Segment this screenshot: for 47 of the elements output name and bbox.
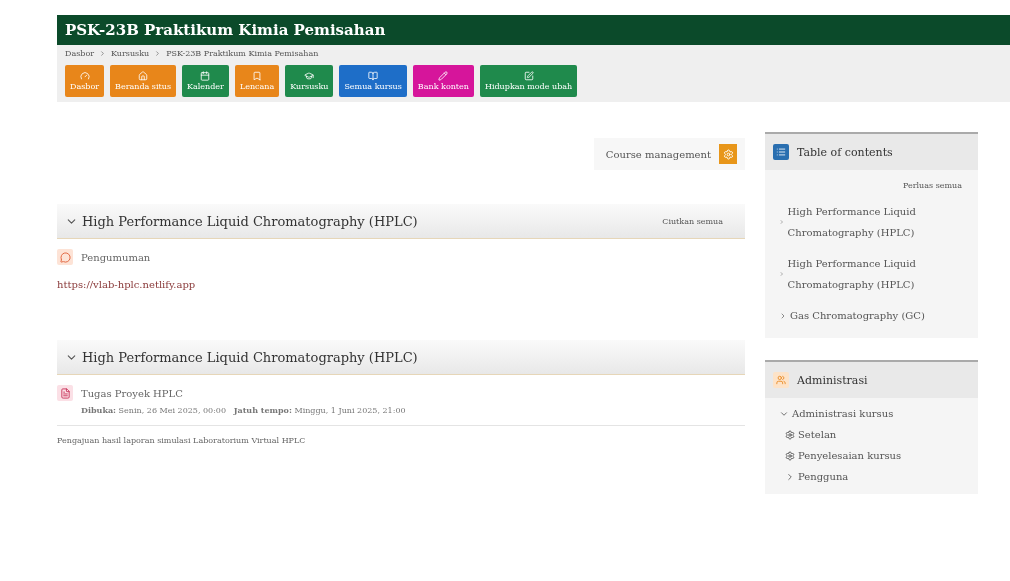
activity-link[interactable]: Pengumuman <box>81 251 151 263</box>
toc-link[interactable]: Gas Chromatography (GC) <box>790 305 925 326</box>
toolbar-button[interactable]: Kalender <box>182 65 229 97</box>
breadcrumb-link[interactable]: Kursusku <box>111 49 150 58</box>
toc-link[interactable]: High Performance Liquid Chromatography (HPLC) <box>787 201 968 243</box>
course-title: PSK-23B Praktikum Kimia Pemisahan <box>57 15 1010 45</box>
block-title: Administrasi <box>797 373 868 387</box>
home-icon <box>138 71 149 81</box>
chevron-icon[interactable] <box>785 471 795 482</box>
toolbar-button[interactable]: Hidupkan mode ubah <box>479 65 578 97</box>
activity-description: Pengajuan hasil laporan simulasi Laboratorium Virtual HPLC <box>57 425 745 445</box>
gear-icon <box>785 450 795 461</box>
activity-dates: Dibuka: Senin, 26 Mei 2025, 00:00 Jatuh tempo: Minggu, 1 Juni 2025, 21:00 <box>81 405 407 415</box>
collapse-all-link[interactable]: Ciutkan semua <box>656 215 729 227</box>
url-link[interactable]: https://vlab-hplc.netlify.app <box>57 275 745 340</box>
block-title: Table of contents <box>797 145 893 159</box>
graduation-cap-icon <box>304 71 315 81</box>
activity-link[interactable]: Tugas Proyek HPLC <box>81 387 183 399</box>
toolbar-button[interactable]: Semua kursus <box>339 65 407 97</box>
admin-link[interactable]: Pengguna <box>798 471 849 482</box>
list-icon <box>773 144 789 160</box>
calendar-icon <box>200 71 211 81</box>
gauge-icon <box>79 71 90 81</box>
chevron-icon[interactable] <box>779 311 787 320</box>
forum-icon <box>57 249 73 265</box>
toolbar-button[interactable]: Bank konten <box>412 65 474 97</box>
section-title: High Performance Liquid Chromatography (HPLC) <box>82 213 419 229</box>
section-title: High Performance Liquid Chromatography (HPLC) <box>82 349 419 365</box>
course-management-button[interactable]: Course management <box>593 138 745 170</box>
admin-link[interactable]: Penyelesaian kursus <box>798 450 902 461</box>
gear-icon <box>785 429 795 440</box>
bookmark-icon <box>252 71 263 81</box>
pencil-icon <box>438 71 449 81</box>
edit-icon <box>523 71 534 81</box>
gear-icon <box>719 144 737 164</box>
admin-link[interactable]: Administrasi kursus <box>792 408 894 419</box>
users-icon <box>773 372 789 388</box>
breadcrumb-link[interactable]: Dasbor <box>65 49 95 58</box>
separator-icon <box>154 50 162 57</box>
toolbar-button[interactable]: Kursusku <box>285 65 334 97</box>
separator-icon <box>99 50 107 57</box>
admin-link[interactable]: Setelan <box>798 429 837 440</box>
toc-link[interactable]: High Performance Liquid Chromatography (HPLC) <box>787 253 968 295</box>
assignment-icon <box>57 385 73 401</box>
expand-all-link[interactable]: Perluas semua <box>896 180 968 191</box>
book-icon <box>368 71 379 81</box>
breadcrumb-link[interactable]: PSK-23B Praktikum Kimia Pemisahan <box>166 49 319 58</box>
